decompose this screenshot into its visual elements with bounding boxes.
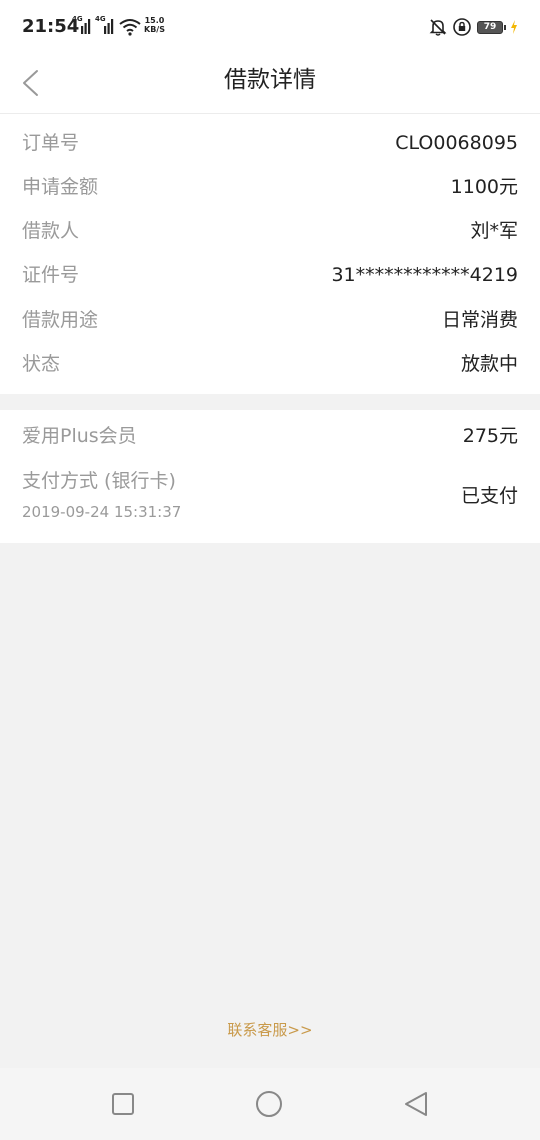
battery-level: 79 <box>483 21 497 32</box>
status-label: 状态 <box>22 353 61 375</box>
signal-2: 4G <box>95 15 115 35</box>
system-nav-bar <box>0 1068 540 1140</box>
network-speed-unit: KB/S <box>144 25 165 34</box>
loan-details-card: 订单号 CLO0068095 申请金额 1100元 借款人 刘*军 证件号 31… <box>0 114 540 394</box>
payment-status: 已支付 <box>460 485 518 507</box>
purpose-value: 日常消费 <box>441 309 518 331</box>
id-number-label: 证件号 <box>22 264 80 286</box>
order-number-label: 订单号 <box>22 132 80 154</box>
bell-off-icon <box>429 19 447 36</box>
signal-icon <box>104 19 114 34</box>
signal-icon <box>81 19 91 34</box>
circle-icon <box>256 1091 282 1117</box>
square-icon <box>112 1093 134 1115</box>
amount-value: 1100元 <box>450 176 518 198</box>
borrower-value: 刘*军 <box>470 220 518 242</box>
network-speed-value: 15.0 <box>144 16 165 25</box>
order-number-value: CLO0068095 <box>395 132 518 154</box>
id-number-value: 31************4219 <box>331 264 518 286</box>
recent-apps-button[interactable] <box>109 1090 137 1118</box>
purpose-label: 借款用途 <box>22 309 99 331</box>
detail-row-id-number: 证件号 31************4219 <box>22 260 518 290</box>
charging-icon <box>511 20 517 34</box>
membership-row: 爱用Plus会员 275元 <box>22 421 518 451</box>
triangle-back-icon <box>405 1092 427 1116</box>
status-bar: 21:54 4G 4G 15.0 KB/S 79 <box>0 0 540 56</box>
payment-status-row: 已支付 <box>22 481 518 511</box>
detail-row-purpose: 借款用途 日常消费 <box>22 305 518 335</box>
detail-row-order-number: 订单号 CLO0068095 <box>22 128 518 158</box>
payment-card: 爱用Plus会员 275元 支付方式 (银行卡) 2019-09-24 15:3… <box>0 410 540 543</box>
status-value: 放款中 <box>460 353 518 375</box>
wifi-icon <box>119 19 141 36</box>
nav-header: 借款详情 <box>0 56 540 114</box>
status-right-group: 79 <box>429 16 518 38</box>
detail-row-borrower: 借款人 刘*军 <box>22 216 518 246</box>
network-speed: 15.0 KB/S <box>144 16 165 34</box>
detail-row-status: 状态 放款中 <box>22 349 518 379</box>
home-button[interactable] <box>255 1090 283 1118</box>
membership-value: 275元 <box>462 425 518 447</box>
borrower-label: 借款人 <box>22 220 80 242</box>
system-back-button[interactable] <box>402 1090 430 1118</box>
contact-service-link[interactable]: 联系客服>> <box>0 1019 540 1041</box>
signal-1: 4G <box>72 15 92 35</box>
status-time: 21:54 <box>22 16 80 37</box>
membership-label: 爱用Plus会员 <box>22 425 137 447</box>
detail-row-amount: 申请金额 1100元 <box>22 172 518 202</box>
lock-icon <box>453 18 471 36</box>
page-title: 借款详情 <box>224 67 316 93</box>
battery-icon: 79 <box>477 20 506 34</box>
amount-label: 申请金额 <box>22 176 99 198</box>
